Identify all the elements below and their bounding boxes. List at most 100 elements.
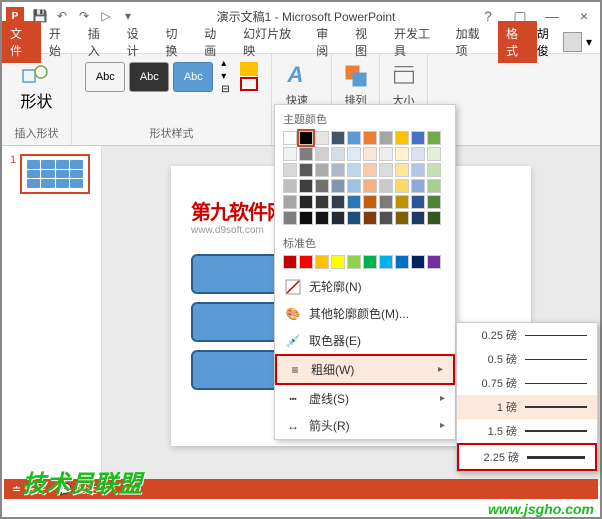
color-swatch[interactable] (363, 147, 377, 161)
color-swatch[interactable] (427, 211, 441, 225)
weight-option[interactable]: 0.25 磅 (457, 323, 597, 347)
eyedropper-item[interactable]: 💉 取色器(E) (275, 327, 455, 354)
color-swatch[interactable] (395, 163, 409, 177)
color-swatch[interactable] (411, 195, 425, 209)
weight-option[interactable]: 2.25 磅 (457, 443, 597, 471)
color-swatch[interactable] (427, 163, 441, 177)
color-swatch[interactable] (347, 147, 361, 161)
more-outline-colors-item[interactable]: 🎨 其他轮廓颜色(M)... (275, 300, 455, 327)
color-swatch[interactable] (347, 195, 361, 209)
color-swatch[interactable] (283, 147, 297, 161)
style-gallery-up-icon[interactable]: ▴ (221, 58, 229, 69)
close-icon[interactable]: × (572, 6, 596, 26)
tab-addins[interactable]: 加载项 (448, 21, 498, 63)
color-swatch[interactable] (347, 179, 361, 193)
color-swatch[interactable] (347, 211, 361, 225)
color-swatch[interactable] (411, 179, 425, 193)
color-swatch[interactable] (379, 147, 393, 161)
color-swatch[interactable] (379, 255, 393, 269)
color-swatch[interactable] (299, 211, 313, 225)
color-swatch[interactable] (283, 131, 297, 145)
color-swatch[interactable] (283, 255, 297, 269)
color-swatch[interactable] (299, 147, 313, 161)
color-swatch[interactable] (363, 163, 377, 177)
weight-option[interactable]: 1 磅 (457, 395, 597, 419)
tab-format[interactable]: 格式 (498, 21, 537, 63)
color-swatch[interactable] (283, 211, 297, 225)
color-swatch[interactable] (427, 195, 441, 209)
color-swatch[interactable] (379, 211, 393, 225)
arrows-item[interactable]: ↔ 箭头(R) ▸ (275, 412, 455, 439)
weight-option[interactable]: 0.75 磅 (457, 371, 597, 395)
shape-style-preset-3[interactable]: Abc (173, 62, 213, 92)
slide-thumbnail-1[interactable]: 1 (10, 154, 93, 194)
color-swatch[interactable] (283, 195, 297, 209)
color-swatch[interactable] (395, 195, 409, 209)
color-swatch[interactable] (283, 179, 297, 193)
dashes-item[interactable]: ┅ 虚线(S) ▸ (275, 385, 455, 412)
style-gallery-more-icon[interactable]: ⊟ (221, 84, 229, 95)
color-swatch[interactable] (379, 195, 393, 209)
shape-style-preset-2[interactable]: Abc (129, 62, 169, 92)
color-swatch[interactable] (315, 195, 329, 209)
color-swatch[interactable] (331, 255, 345, 269)
color-swatch[interactable] (331, 131, 345, 145)
color-swatch[interactable] (363, 179, 377, 193)
color-swatch[interactable] (315, 147, 329, 161)
color-swatch[interactable] (411, 131, 425, 145)
color-swatch[interactable] (331, 163, 345, 177)
color-swatch[interactable] (283, 163, 297, 177)
shape-style-preset-1[interactable]: Abc (85, 62, 125, 92)
color-swatch[interactable] (411, 255, 425, 269)
color-swatch[interactable] (347, 131, 361, 145)
color-swatch[interactable] (363, 211, 377, 225)
color-swatch[interactable] (411, 211, 425, 225)
color-swatch[interactable] (395, 255, 409, 269)
color-swatch[interactable] (347, 255, 361, 269)
rounded-rect-shape[interactable] (191, 254, 287, 294)
shape-outline-button[interactable] (240, 77, 258, 91)
color-swatch[interactable] (411, 163, 425, 177)
color-swatch[interactable] (379, 179, 393, 193)
no-outline-item[interactable]: 无轮廓(N) (275, 273, 455, 300)
weight-option[interactable]: 0.5 磅 (457, 347, 597, 371)
color-swatch[interactable] (395, 211, 409, 225)
weight-option[interactable]: 1.5 磅 (457, 419, 597, 443)
user-dropdown-icon[interactable]: ▾ (586, 35, 592, 49)
color-swatch[interactable] (427, 255, 441, 269)
color-swatch[interactable] (379, 131, 393, 145)
color-swatch[interactable] (299, 195, 313, 209)
color-swatch[interactable] (347, 163, 361, 177)
rounded-rect-shape[interactable] (191, 302, 287, 342)
weight-item[interactable]: ≡ 粗细(W) ▸ (275, 354, 455, 385)
color-swatch[interactable] (363, 255, 377, 269)
color-swatch[interactable] (427, 131, 441, 145)
color-swatch[interactable] (315, 163, 329, 177)
shapes-button[interactable]: 形状 (16, 58, 56, 116)
user-avatar-icon[interactable] (563, 32, 582, 52)
color-swatch[interactable] (331, 195, 345, 209)
color-swatch[interactable] (427, 147, 441, 161)
shape-fill-button[interactable] (240, 62, 258, 76)
user-name[interactable]: 胡俊 (537, 25, 559, 59)
color-swatch[interactable] (395, 147, 409, 161)
minimize-icon[interactable]: — (540, 6, 564, 26)
style-gallery-down-icon[interactable]: ▾ (221, 71, 229, 82)
color-swatch[interactable] (315, 211, 329, 225)
color-swatch[interactable] (427, 179, 441, 193)
color-swatch[interactable] (395, 179, 409, 193)
color-swatch[interactable] (363, 131, 377, 145)
color-swatch[interactable] (299, 255, 313, 269)
color-swatch[interactable] (299, 163, 313, 177)
color-swatch[interactable] (331, 179, 345, 193)
color-swatch[interactable] (411, 147, 425, 161)
color-swatch[interactable] (299, 179, 313, 193)
color-swatch[interactable] (315, 179, 329, 193)
color-swatch[interactable] (331, 211, 345, 225)
color-swatch[interactable] (363, 195, 377, 209)
color-swatch[interactable] (379, 163, 393, 177)
color-swatch[interactable] (331, 147, 345, 161)
color-swatch[interactable] (299, 131, 313, 145)
rounded-rect-shape[interactable] (191, 350, 287, 390)
color-swatch[interactable] (315, 131, 329, 145)
